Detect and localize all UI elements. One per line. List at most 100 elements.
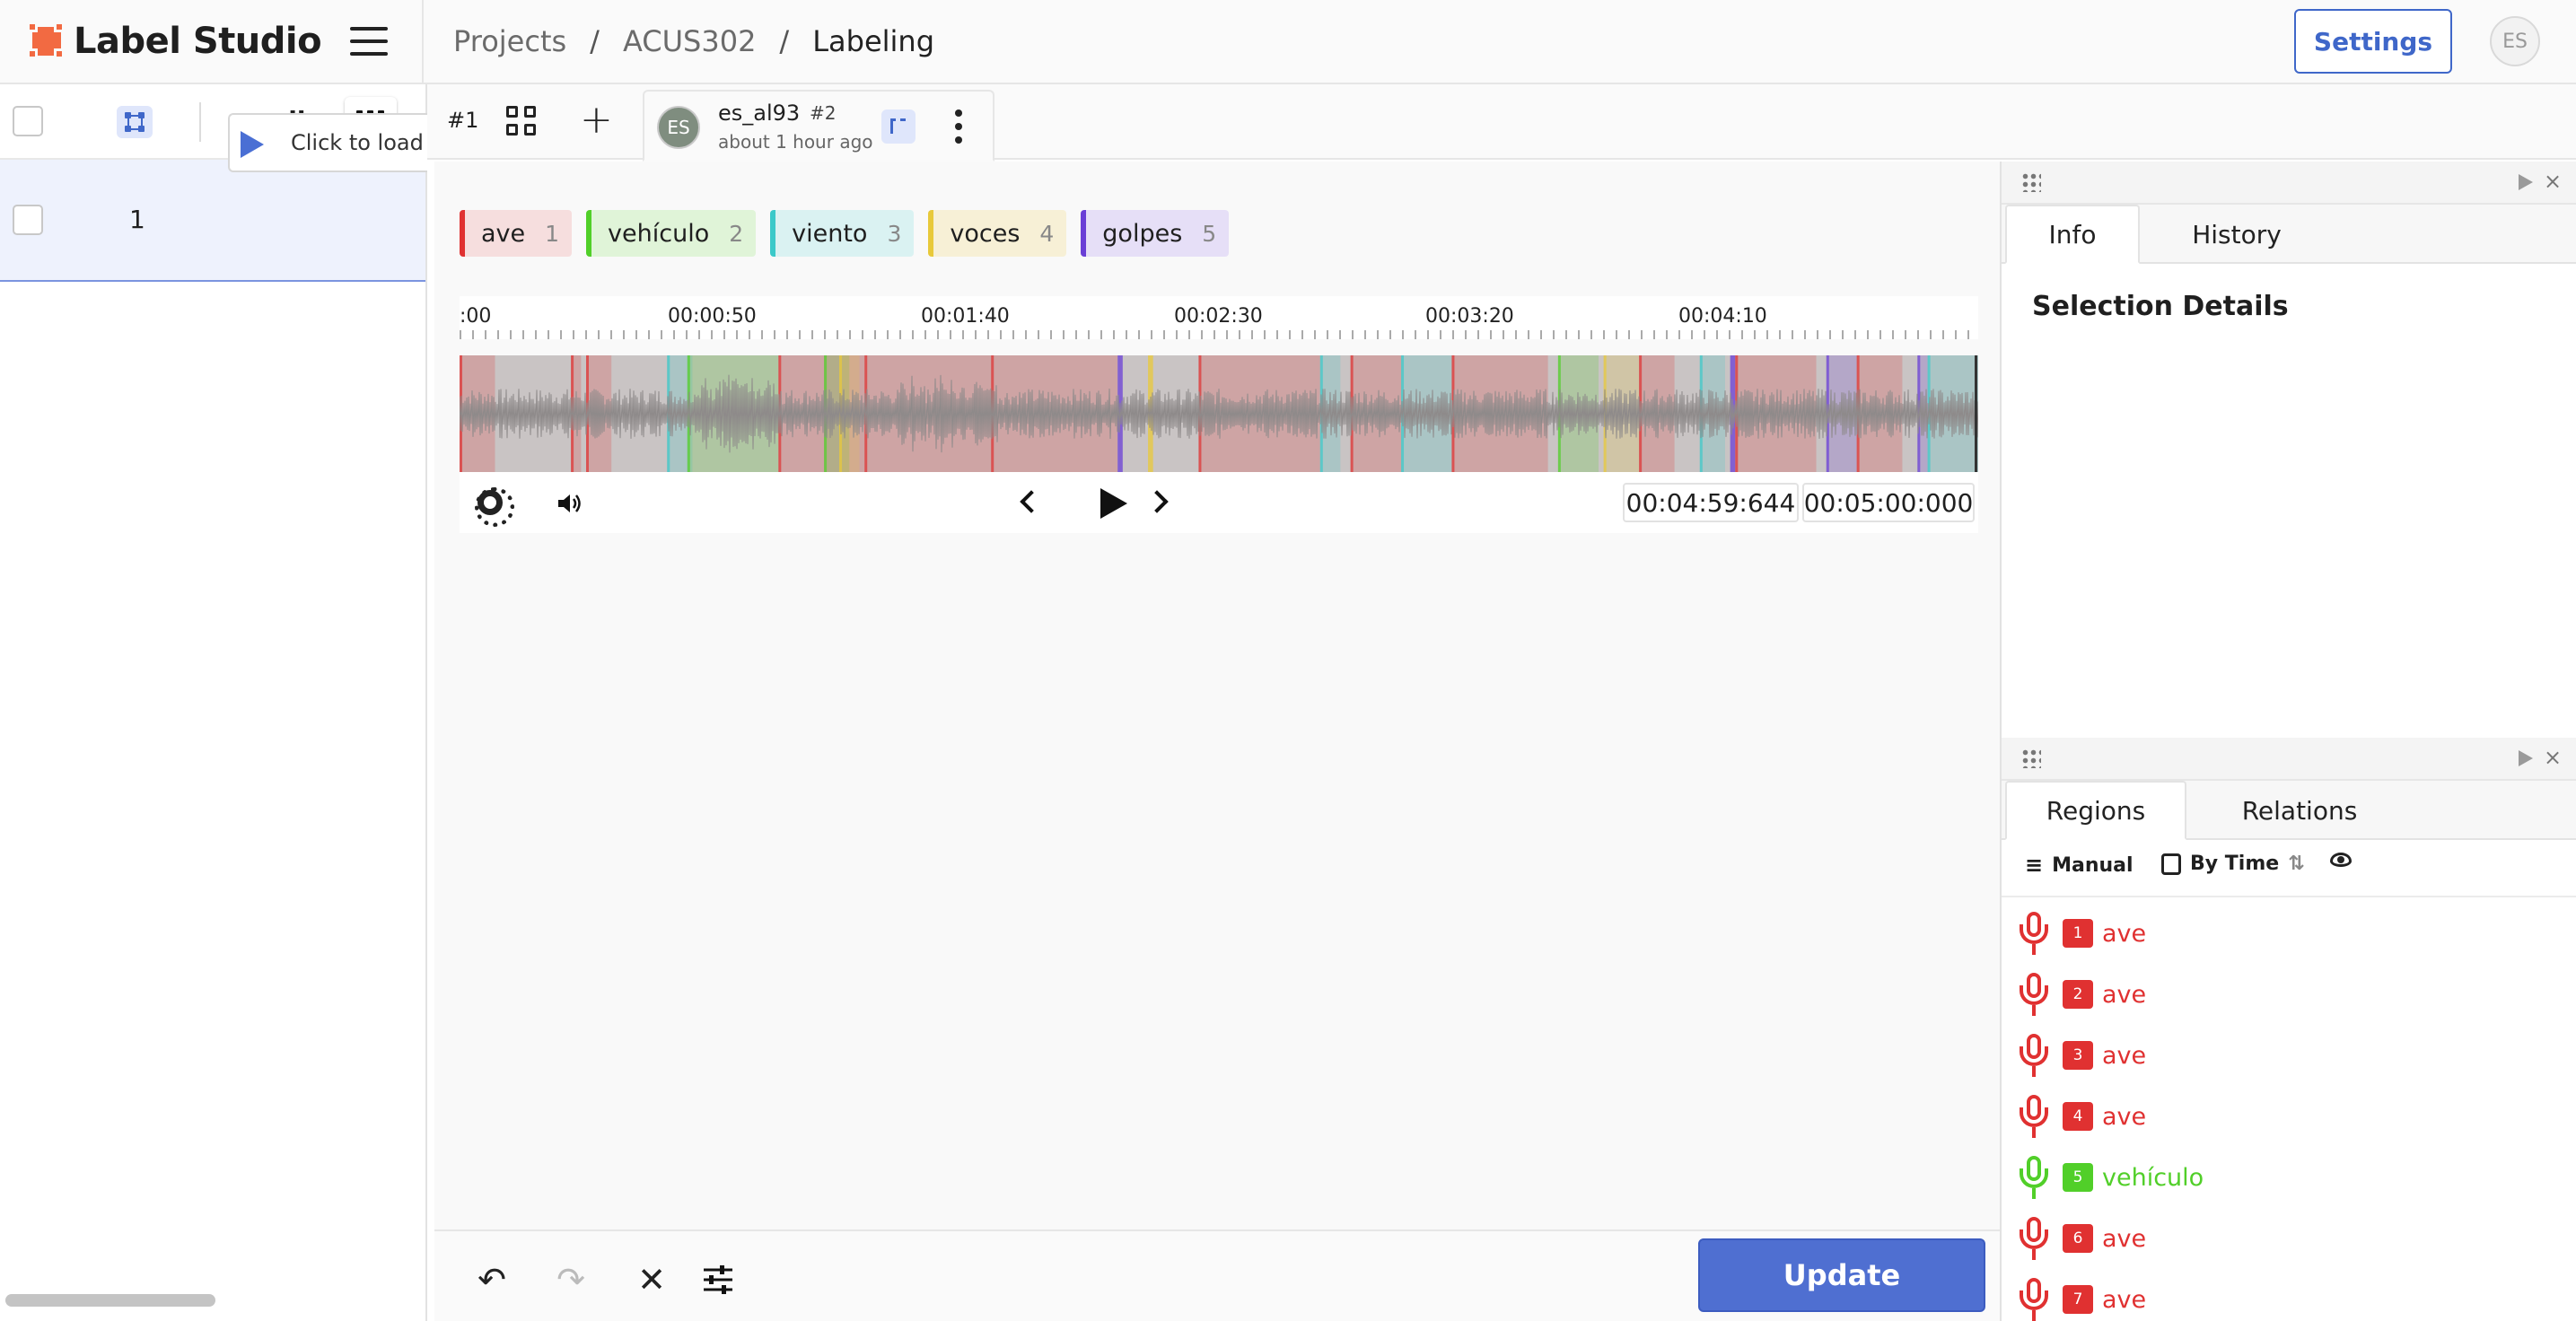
menu-icon[interactable] — [350, 27, 388, 56]
playhead-cursor[interactable] — [1975, 355, 1977, 472]
region-label: ave — [2102, 1102, 2147, 1131]
annotation-toolbar: ↶ ↷ ✕ Update — [434, 1229, 2000, 1321]
label-hotkey: 2 — [729, 220, 744, 247]
microphone-icon — [2020, 1156, 2048, 1199]
close-icon[interactable]: × — [2544, 169, 2562, 194]
label-studio-logo-icon — [27, 22, 66, 61]
annotation-tab-bar: #1 + ES es_al93 #2 about 1 hour ago — [427, 84, 2576, 162]
annotations-column-icon[interactable] — [117, 106, 153, 138]
settings-sliders-icon[interactable] — [700, 1262, 736, 1298]
microphone-icon — [2020, 1095, 2048, 1138]
update-button[interactable]: Update — [1698, 1238, 1985, 1312]
total-time: 00:05:00:000 — [1802, 483, 1975, 522]
annotation-tab[interactable]: ES es_al93 #2 about 1 hour ago — [643, 90, 994, 162]
select-all-checkbox[interactable] — [13, 106, 43, 136]
region-index-badge: 7 — [2063, 1285, 2093, 1314]
timeline-tick-label: :00 — [460, 305, 492, 328]
add-annotation-icon[interactable]: + — [580, 101, 613, 140]
region-item[interactable]: 1 ave — [2020, 906, 2146, 960]
divider — [199, 102, 201, 142]
region-index-badge: 6 — [2063, 1224, 2093, 1253]
tab-info[interactable]: Info — [2005, 205, 2140, 264]
waveform-svg[interactable] — [460, 355, 1978, 472]
microphone-icon — [2020, 912, 2048, 955]
region-item[interactable]: 5 vehículo — [2020, 1150, 2204, 1204]
annotator-name: es_al93 — [718, 101, 801, 126]
region-item[interactable]: 4 ave — [2020, 1089, 2146, 1143]
breadcrumb-project[interactable]: ACUS302 — [623, 24, 756, 58]
manual-sort-button[interactable]: ≡ Manual — [2025, 853, 2134, 878]
horizontal-scrollbar[interactable] — [5, 1294, 215, 1307]
regions-tabs: Regions Relations — [2002, 781, 2576, 840]
label-hotkey: 5 — [1202, 220, 1217, 247]
info-tabs: Info History — [2002, 205, 2576, 264]
collapse-arrow-icon[interactable] — [2519, 174, 2533, 190]
reset-icon[interactable]: ✕ — [634, 1262, 670, 1298]
current-time[interactable]: 00:04:59:644 — [1623, 483, 1799, 522]
label-hotkey: 1 — [545, 220, 560, 247]
annotation-type-icon — [881, 109, 916, 144]
region-index-badge: 1 — [2063, 919, 2093, 948]
app-name: Label Studio — [74, 21, 322, 62]
settings-gear-icon[interactable] — [475, 487, 514, 527]
label-2[interactable]: viento 3 — [770, 210, 915, 257]
audio-waveform[interactable] — [460, 355, 1978, 472]
visibility-icon[interactable] — [2330, 853, 2352, 867]
audio-preview-button[interactable]: Click to load — [228, 113, 427, 172]
divider — [422, 0, 424, 84]
drag-handle-icon[interactable] — [2021, 172, 2041, 192]
next-icon[interactable] — [1145, 490, 1169, 513]
settings-button[interactable]: Settings — [2294, 9, 2452, 74]
labeling-area: ave 1 vehículo 2 viento 3 voces 4 golpes 5 :00 00:… — [434, 162, 2000, 1229]
region-item[interactable]: 7 ave — [2020, 1273, 2146, 1321]
microphone-icon — [2020, 1278, 2048, 1321]
sort-order-icon[interactable]: ⇅ — [2288, 853, 2304, 875]
task-list-panel: audio 1 — [0, 84, 427, 1321]
tab-regions[interactable]: Regions — [2005, 781, 2186, 840]
grid-view-icon[interactable] — [506, 106, 539, 138]
region-item[interactable]: 2 ave — [2020, 967, 2146, 1021]
tab-history[interactable]: History — [2149, 205, 2325, 264]
label-name: golpes — [1102, 219, 1183, 248]
redo-icon[interactable]: ↷ — [553, 1262, 589, 1298]
region-item[interactable]: 3 ave — [2020, 1028, 2146, 1082]
player-controls: 00:04:59:644 00:05:00:000 — [460, 472, 1978, 533]
more-options-icon[interactable] — [955, 109, 962, 145]
task-row[interactable]: 1 — [0, 160, 425, 282]
by-time-sort-button[interactable]: By Time ⇅ — [2161, 853, 2305, 875]
timeline-ticks — [460, 330, 1978, 339]
label-3[interactable]: voces 4 — [928, 210, 1067, 257]
region-label: vehículo — [2102, 1163, 2204, 1192]
microphone-icon — [2020, 973, 2048, 1016]
region-index-badge: 4 — [2063, 1102, 2093, 1131]
tab-relations[interactable]: Relations — [2194, 781, 2405, 840]
user-avatar[interactable]: ES — [2490, 16, 2540, 66]
timeline-ruler[interactable]: :00 00:00:50 00:01:40 00:02:30 00:03:20 00:04… — [460, 296, 1978, 339]
annotation-time: about 1 hour ago — [718, 131, 873, 153]
label-palette: ave 1 vehículo 2 viento 3 voces 4 golpes 5 — [460, 210, 1230, 257]
close-icon[interactable]: × — [2544, 745, 2562, 770]
list-icon: ≡ — [2025, 853, 2044, 878]
previous-icon[interactable] — [1020, 490, 1043, 513]
breadcrumb-projects[interactable]: Projects — [453, 24, 566, 58]
task-checkbox[interactable] — [13, 205, 43, 235]
label-0[interactable]: ave 1 — [460, 210, 573, 257]
annotation-id: #2 — [810, 102, 837, 124]
region-item[interactable]: 6 ave — [2020, 1212, 2146, 1265]
side-panel: × Info History Selection Details × Regio… — [2000, 162, 2576, 1321]
timeline-tick-label: 00:00:50 — [668, 305, 757, 328]
panel-header-info: × — [2002, 162, 2576, 205]
collapse-arrow-icon[interactable] — [2519, 750, 2533, 766]
play-icon[interactable] — [1100, 488, 1127, 519]
app-logo[interactable]: Label Studio — [27, 20, 322, 63]
undo-icon[interactable]: ↶ — [474, 1262, 510, 1298]
drag-handle-icon[interactable] — [2021, 748, 2041, 768]
timeline-tick-label: 00:02:30 — [1174, 305, 1263, 328]
selection-details-title: Selection Details — [2032, 291, 2289, 322]
clock-icon — [2161, 853, 2181, 875]
microphone-icon — [2020, 1034, 2048, 1077]
region-label: ave — [2102, 1041, 2147, 1070]
label-1[interactable]: vehículo 2 — [586, 210, 757, 257]
label-4[interactable]: golpes 5 — [1081, 210, 1230, 257]
volume-icon[interactable] — [556, 492, 582, 515]
